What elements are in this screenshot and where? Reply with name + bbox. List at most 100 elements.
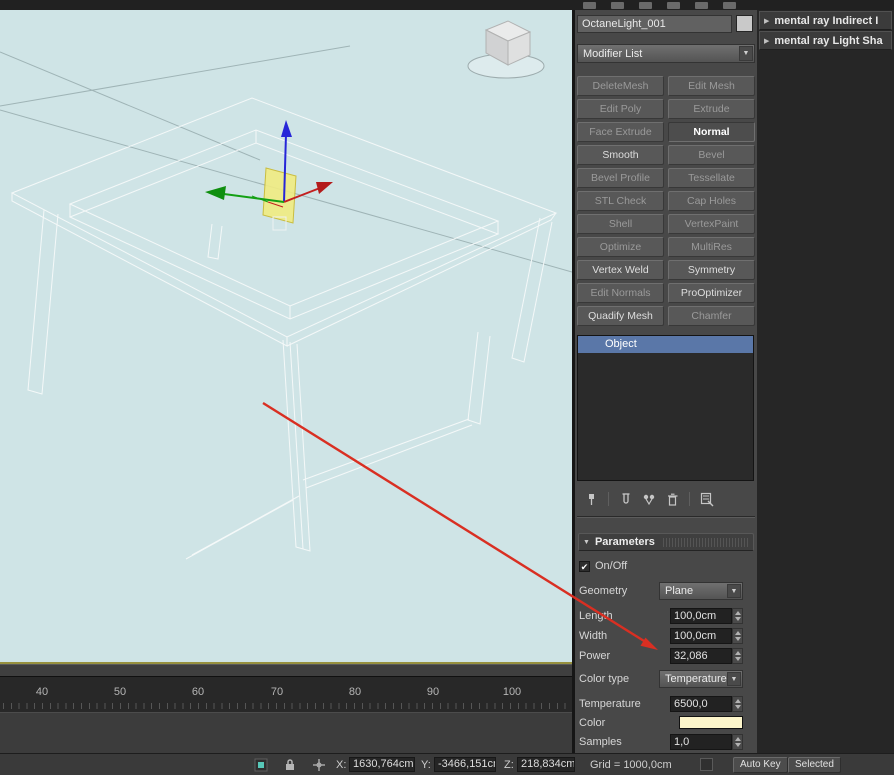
timeline-tick: 100 [502,686,522,698]
timeline-tick: 90 [426,686,440,698]
timeline-tick: 70 [270,686,284,698]
light-plane-object[interactable] [262,167,297,224]
table-wireframe[interactable] [10,97,558,560]
auto-key-button[interactable]: Auto Key [733,757,788,773]
mental-ray-indirect-rollout-header[interactable]: ▶ mental ray Indirect I [759,11,892,30]
remove-modifier-icon[interactable] [665,492,680,507]
modifier-button-edit-normals[interactable]: Edit Normals [577,283,664,303]
z-coordinate-label: Z: [504,759,514,771]
mental-ray-light-shader-rollout-header[interactable]: ▶ mental ray Light Sha [759,31,892,50]
modifier-button-vertexpaint[interactable]: VertexPaint [668,214,755,234]
length-spinner[interactable] [732,608,743,624]
on-off-checkbox[interactable]: ✔ [579,560,590,572]
configure-modifier-sets-icon[interactable] [699,491,715,507]
samples-spinner[interactable] [732,734,743,750]
timeline-tick: 60 [191,686,205,698]
modifier-button-edit-poly[interactable]: Edit Poly [577,99,664,119]
modifier-button-face-extrude[interactable]: Face Extrude [577,122,664,142]
utilities-tab-icon[interactable] [723,2,736,9]
prompt-area [0,712,572,753]
modifier-button-deletemesh[interactable]: DeleteMesh [577,76,664,96]
modify-tab-icon[interactable] [611,2,624,9]
modifier-stack[interactable]: Object [577,335,754,481]
y-coordinate-field[interactable]: -3466,151cm [434,757,496,772]
geometry-label: Geometry [579,585,628,597]
geometry-dropdown[interactable]: Plane ▼ [659,582,743,600]
set-key-button[interactable] [700,758,713,771]
grid-size-readout: Grid = 1000,0cm [590,759,672,771]
temperature-field[interactable]: 6500,0 [670,696,732,712]
color-type-dropdown[interactable]: Temperature ▼ [659,670,743,688]
object-name-field[interactable] [577,15,732,33]
isolate-selection-icon[interactable] [254,758,268,772]
temperature-spinner[interactable] [732,696,743,712]
modifier-button-quadify-mesh[interactable]: Quadify Mesh [577,306,664,326]
chevron-down-icon: ▼ [739,46,753,61]
pin-stack-icon[interactable] [584,492,599,507]
panel-divider [577,516,755,518]
parameters-rollout-title: Parameters [594,536,655,548]
modifier-button-cap-holes[interactable]: Cap Holes [668,191,755,211]
color-label: Color [579,716,606,729]
mental-ray-panel: ▶ mental ray Indirect I ▶ mental ray Lig… [757,10,894,753]
toolbar-separator [689,492,690,506]
rollout-title: mental ray Indirect I [774,14,879,27]
length-field[interactable]: 100,0cm [670,608,732,624]
modifier-button-vertex-weld[interactable]: Vertex Weld [577,260,664,280]
width-field[interactable]: 100,0cm [670,628,732,644]
top-toolbar-strip [0,0,894,10]
make-unique-icon[interactable] [641,492,657,507]
modifier-button-normal[interactable]: Normal [668,122,755,142]
width-label: Width [579,630,608,642]
modifier-stack-toolbar [577,487,755,511]
rollout-closed-icon: ▶ [764,37,770,45]
timeline-ruler[interactable]: 40 50 60 70 80 90 100 [0,676,572,712]
selection-set-button[interactable]: Selected [788,757,841,773]
track-bar[interactable] [0,664,572,676]
modifier-button-stl-check[interactable]: STL Check [577,191,664,211]
show-end-result-icon[interactable] [618,492,633,507]
timeline-tick: 80 [348,686,362,698]
power-label: Power [579,650,611,662]
modifier-button-symmetry[interactable]: Symmetry [668,260,755,280]
chevron-down-icon: ▼ [727,584,741,598]
modifier-button-edit-mesh[interactable]: Edit Mesh [668,76,755,96]
parameters-rollout-header[interactable]: ▼ Parameters [578,533,754,551]
modifier-button-bevel[interactable]: Bevel [668,145,755,165]
power-spinner[interactable] [732,648,743,664]
width-spinner[interactable] [732,628,743,644]
modifier-button-set: DeleteMesh Edit Mesh Edit Poly Extrude F… [577,76,755,326]
absolute-offset-toggle-icon[interactable] [312,758,326,772]
motion-tab-icon[interactable] [667,2,680,9]
rollout-grip[interactable] [662,537,749,547]
rollout-closed-icon: ▶ [764,17,770,25]
modifier-button-optimize[interactable]: Optimize [577,237,664,257]
x-coordinate-field[interactable]: 1630,764cm [349,757,415,772]
modifier-button-tessellate[interactable]: Tessellate [668,168,755,188]
geometry-value: Plane [665,585,694,597]
light-color-swatch[interactable] [679,716,743,729]
viewcube[interactable] [467,20,545,79]
color-type-value: Temperature [665,673,727,685]
samples-label: Samples [579,736,622,748]
viewport[interactable] [0,10,572,664]
create-tab-icon[interactable] [583,2,596,9]
stack-item-object[interactable]: Object [578,336,753,353]
modifier-button-chamfer[interactable]: Chamfer [668,306,755,326]
color-type-label: Color type [579,673,630,685]
modifier-button-smooth[interactable]: Smooth [577,145,664,165]
power-field[interactable]: 32,086 [670,648,732,664]
selection-lock-icon[interactable] [284,758,296,772]
modifier-list-dropdown[interactable]: Modifier List ▼ [577,44,755,63]
display-tab-icon[interactable] [695,2,708,9]
hierarchy-tab-icon[interactable] [639,2,652,9]
parameters-rollout-body: ✔ On/Off Geometry Plane ▼ Length 100,0cm… [579,556,753,750]
modifier-button-bevel-profile[interactable]: Bevel Profile [577,168,664,188]
modifier-button-prooptimizer[interactable]: ProOptimizer [668,283,755,303]
samples-field[interactable]: 1,0 [670,734,732,750]
modifier-button-extrude[interactable]: Extrude [668,99,755,119]
modifier-button-multires[interactable]: MultiRes [668,237,755,257]
z-coordinate-field[interactable]: 218,834cm [517,757,575,772]
object-color-swatch[interactable] [736,15,753,32]
modifier-button-shell[interactable]: Shell [577,214,664,234]
